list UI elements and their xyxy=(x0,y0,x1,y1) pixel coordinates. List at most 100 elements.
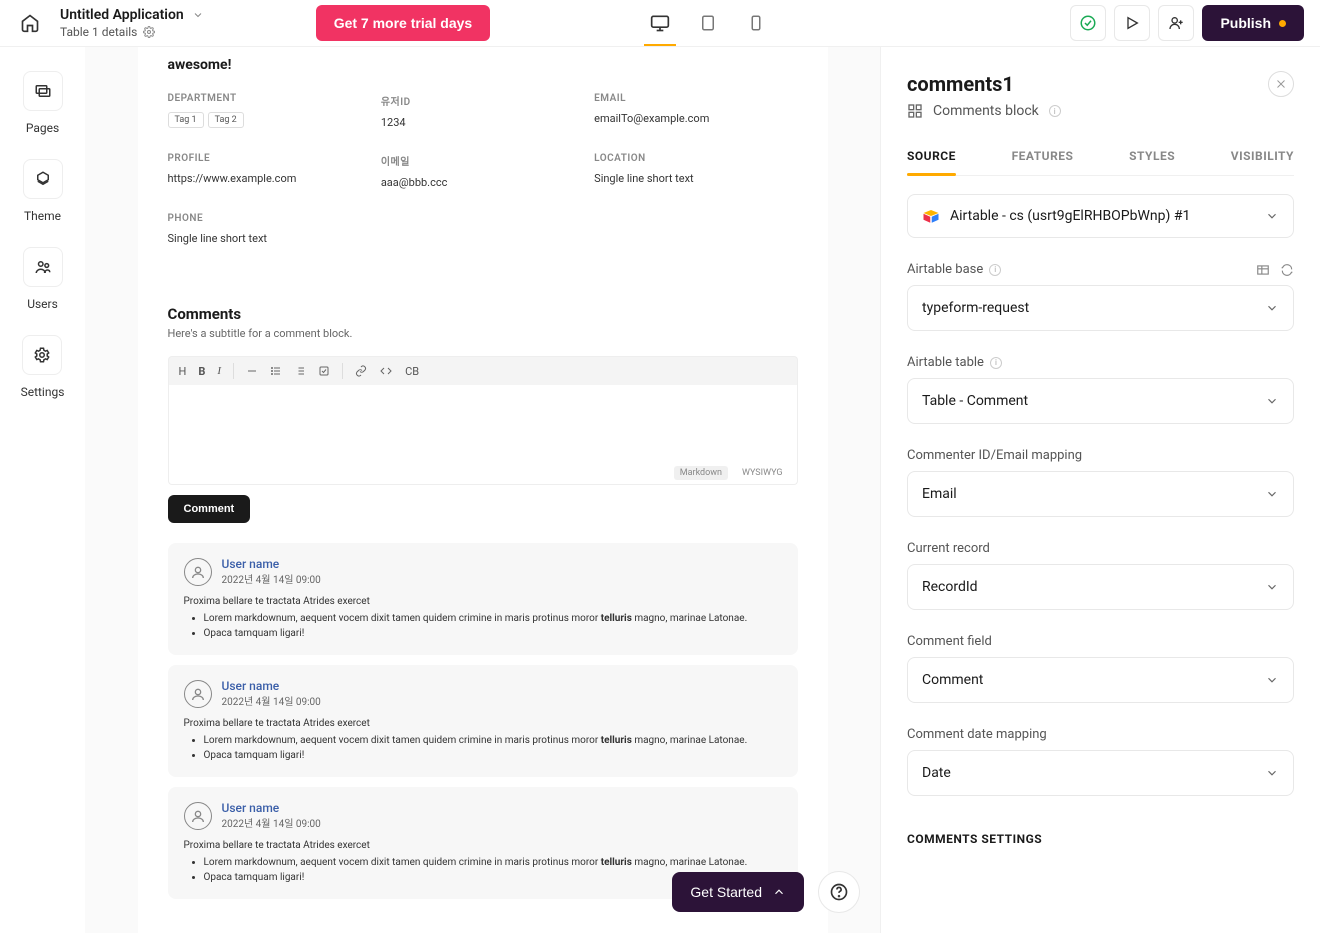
comment-lead: Proxima bellare te tractata Atrides exer… xyxy=(184,716,782,731)
bottom-floating-row: Get Started xyxy=(672,871,860,913)
preview-button[interactable] xyxy=(1114,5,1150,41)
editor-textarea[interactable]: Markdown WYSIWYG xyxy=(168,385,798,485)
device-desktop[interactable] xyxy=(648,5,672,41)
get-started-label: Get Started xyxy=(690,884,762,900)
ordered-list-icon[interactable] xyxy=(294,365,306,377)
comment-li: Lorem markdownum, aequent vocem dixit ta… xyxy=(204,733,782,748)
chevron-down-icon xyxy=(1265,209,1279,223)
add-user-button[interactable] xyxy=(1158,5,1194,41)
tb-separator xyxy=(233,363,234,379)
field-userid: 유저ID 1234 xyxy=(381,93,584,129)
chevron-down-icon xyxy=(1265,580,1279,594)
link-icon[interactable] xyxy=(355,365,367,377)
field-label-date-mapping: Comment date mapping xyxy=(907,727,1047,742)
panel-subtitle: Comments block xyxy=(933,103,1039,119)
comment-card: User name 2022년 4월 14일 09:00 Proxima bel… xyxy=(168,665,798,777)
tab-features[interactable]: FEATURES xyxy=(1012,149,1074,175)
comment-li: Opaca tamquam ligari! xyxy=(204,748,782,763)
settings-icon xyxy=(33,346,51,364)
status-ok-button[interactable] xyxy=(1070,5,1106,41)
field-value: Single line short text xyxy=(168,232,371,245)
tablet-icon xyxy=(699,14,717,32)
info-icon[interactable]: i xyxy=(990,357,1002,369)
field-label-table: Airtable tablei xyxy=(907,355,1002,370)
app-title: Untitled Application xyxy=(60,7,184,23)
editor-mode-wysiwyg[interactable]: WYSIWYG xyxy=(736,466,789,480)
close-panel-button[interactable] xyxy=(1268,71,1294,97)
list-icon[interactable] xyxy=(270,365,282,377)
sidebar-item-theme[interactable]: Theme xyxy=(23,159,63,223)
checkbox-icon[interactable] xyxy=(318,365,330,377)
field-label: 이메일 xyxy=(381,153,584,168)
right-panel: comments1 Comments block i SOURCE FEATUR… xyxy=(880,47,1320,933)
select-comment-field[interactable]: Comment xyxy=(907,657,1294,703)
detail-fields: DEPARTMENT Tag 1 Tag 2 유저ID 1234 EMAIL e… xyxy=(138,93,828,265)
comment-time: 2022년 4월 14일 09:00 xyxy=(222,571,321,586)
submit-comment-button[interactable]: Comment xyxy=(168,495,251,523)
integration-select[interactable]: Airtable - cs (usrt9gElRHBOPbWnp) #1 xyxy=(907,194,1294,238)
desktop-icon xyxy=(650,13,670,33)
comment-li: Lorem markdownum, aequent vocem dixit ta… xyxy=(204,611,782,626)
gear-icon[interactable] xyxy=(143,26,155,38)
device-tablet[interactable] xyxy=(696,5,720,41)
help-button[interactable] xyxy=(818,871,860,913)
home-button[interactable] xyxy=(16,9,44,37)
comment-user: User name xyxy=(222,679,321,693)
code-icon[interactable] xyxy=(379,365,393,377)
comment-body: Proxima bellare te tractata Atrides exer… xyxy=(184,594,782,641)
close-icon xyxy=(1275,78,1287,90)
field-location: LOCATION Single line short text xyxy=(594,153,797,189)
select-commenter-mapping[interactable]: Email xyxy=(907,471,1294,517)
tab-source[interactable]: SOURCE xyxy=(907,149,956,175)
app-title-row[interactable]: Untitled Application xyxy=(60,7,204,23)
refresh-icon[interactable] xyxy=(1280,263,1294,277)
field-label: LOCATION xyxy=(594,153,797,164)
tb-heading[interactable]: H xyxy=(179,365,187,378)
panel-subtitle-row: Comments block i xyxy=(907,103,1294,119)
tab-styles[interactable]: STYLES xyxy=(1129,149,1175,175)
sidebar-item-label: Theme xyxy=(24,209,61,223)
select-airtable-base[interactable]: typeform-request xyxy=(907,285,1294,331)
comment-user: User name xyxy=(222,801,321,815)
comment-card: User name 2022년 4월 14일 09:00 Proxima bel… xyxy=(168,543,798,655)
sidebar-item-users[interactable]: Users xyxy=(23,247,63,311)
field-value: 1234 xyxy=(381,116,584,129)
play-icon xyxy=(1124,15,1140,31)
sidebar-item-settings[interactable]: Settings xyxy=(21,335,65,399)
select-current-record[interactable]: RecordId xyxy=(907,564,1294,610)
field-label-base: Airtable basei xyxy=(907,262,1001,277)
tb-cb[interactable]: CB xyxy=(405,365,419,378)
field-department: DEPARTMENT Tag 1 Tag 2 xyxy=(168,93,371,129)
publish-label: Publish xyxy=(1220,15,1271,31)
publish-button[interactable]: Publish xyxy=(1202,5,1304,41)
sidebar-item-label: Users xyxy=(27,297,58,311)
info-icon[interactable]: i xyxy=(989,264,1001,276)
minus-icon[interactable] xyxy=(246,365,258,377)
field-label: PHONE xyxy=(168,213,371,224)
get-started-button[interactable]: Get Started xyxy=(672,872,804,912)
left-sidebar: Pages Theme Users Settings xyxy=(0,47,85,933)
heading-awesome: awesome! xyxy=(138,47,828,93)
info-icon[interactable]: i xyxy=(1049,105,1061,117)
field-imeil: 이메일 aaa@bbb.ccc xyxy=(381,153,584,189)
tb-italic[interactable]: I xyxy=(217,365,221,377)
sidebar-item-label: Pages xyxy=(26,121,59,135)
field-label-comment-field: Comment field xyxy=(907,634,992,649)
trial-button[interactable]: Get 7 more trial days xyxy=(316,5,491,41)
app-title-section: Untitled Application Table 1 details xyxy=(60,7,204,39)
tab-visibility[interactable]: VISIBILITY xyxy=(1231,149,1294,175)
table-icon[interactable] xyxy=(1256,263,1270,277)
avatar-icon xyxy=(184,680,212,708)
field-email: EMAIL emailTo@example.com xyxy=(594,93,797,129)
editor-toolbar: H B I CB xyxy=(168,356,798,385)
select-airtable-table[interactable]: Table - Comment xyxy=(907,378,1294,424)
select-date-mapping[interactable]: Date xyxy=(907,750,1294,796)
tb-bold[interactable]: B xyxy=(198,365,205,378)
avatar-icon xyxy=(184,558,212,586)
chevron-down-icon xyxy=(1265,766,1279,780)
sidebar-item-pages[interactable]: Pages xyxy=(23,71,63,135)
sidebar-item-label: Settings xyxy=(21,385,65,399)
device-mobile[interactable] xyxy=(744,5,768,41)
editor-mode-markdown[interactable]: Markdown xyxy=(674,466,728,480)
comments-settings-header: COMMENTS SETTINGS xyxy=(907,832,1294,846)
